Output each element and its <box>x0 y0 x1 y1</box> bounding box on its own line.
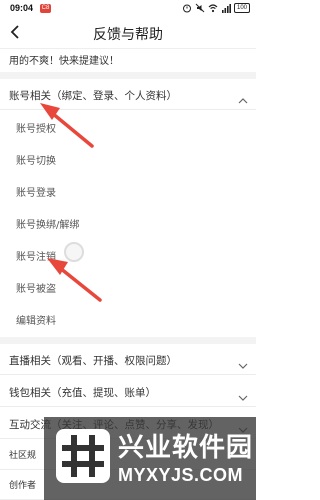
alarm-icon <box>182 3 192 13</box>
section-divider <box>0 72 256 79</box>
chevron-down-icon <box>238 387 248 401</box>
page-title: 反馈与帮助 <box>93 27 163 43</box>
account-item-edit-profile[interactable]: 编辑资料 <box>0 303 256 335</box>
section-community-label: 社区规 <box>9 451 37 461</box>
account-item-label: 账号注销 <box>16 252 56 263</box>
chevron-up-icon <box>238 90 248 104</box>
account-item-cancel[interactable]: 账号注销 <box>0 239 256 271</box>
feedback-prompt-text: 用的不爽！快来提建议！ <box>9 56 119 67</box>
battery-indicator: 100 <box>233 3 250 13</box>
touch-ripple <box>64 242 84 262</box>
status-icons: 100 <box>182 3 250 13</box>
chevron-down-icon <box>238 355 248 369</box>
status-time: 09:04 <box>10 3 34 13</box>
section-wallet[interactable]: 钱包相关（充值、提现、账单） <box>0 376 256 407</box>
account-item-switch[interactable]: 账号切换 <box>0 143 256 175</box>
account-item-authorize[interactable]: 账号授权 <box>0 111 256 143</box>
nav-bar: 反馈与帮助 <box>0 18 256 46</box>
status-bar: 09:04 C8 100 <box>0 0 256 18</box>
notification-badge: C8 <box>40 4 51 13</box>
account-item-login[interactable]: 账号登录 <box>0 175 256 207</box>
watermark-url: MYXYJS.COM <box>118 465 244 485</box>
watermark: 兴业软件园 MYXYJS.COM <box>44 417 256 500</box>
account-item-rebind[interactable]: 账号换绑/解绑 <box>0 207 256 239</box>
watermark-logo-icon <box>56 429 110 483</box>
account-item-label: 账号授权 <box>16 124 56 135</box>
account-item-label: 账号换绑/解绑 <box>16 220 80 231</box>
wifi-icon <box>208 3 218 13</box>
section-live-label: 直播相关（观看、开播、权限问题） <box>9 355 177 367</box>
section-creator-label: 创作者 <box>9 481 37 491</box>
section-live[interactable]: 直播相关（观看、开播、权限问题） <box>0 344 256 375</box>
account-item-label: 账号切换 <box>16 156 56 167</box>
feedback-prompt-row[interactable]: 用的不爽！快来提建议！ <box>0 48 256 72</box>
section-account[interactable]: 账号相关（绑定、登录、个人资料） <box>0 79 256 110</box>
account-item-label: 编辑资料 <box>16 316 56 327</box>
section-wallet-label: 钱包相关（充值、提现、账单） <box>9 387 156 399</box>
account-item-stolen[interactable]: 账号被盗 <box>0 271 256 303</box>
section-account-label: 账号相关（绑定、登录、个人资料） <box>9 90 177 102</box>
watermark-title: 兴业软件园 <box>118 433 254 463</box>
section-divider <box>0 337 256 344</box>
signal-icon <box>221 3 231 13</box>
account-item-label: 账号登录 <box>16 188 56 199</box>
mute-icon <box>195 3 205 13</box>
account-item-label: 账号被盗 <box>16 284 56 295</box>
